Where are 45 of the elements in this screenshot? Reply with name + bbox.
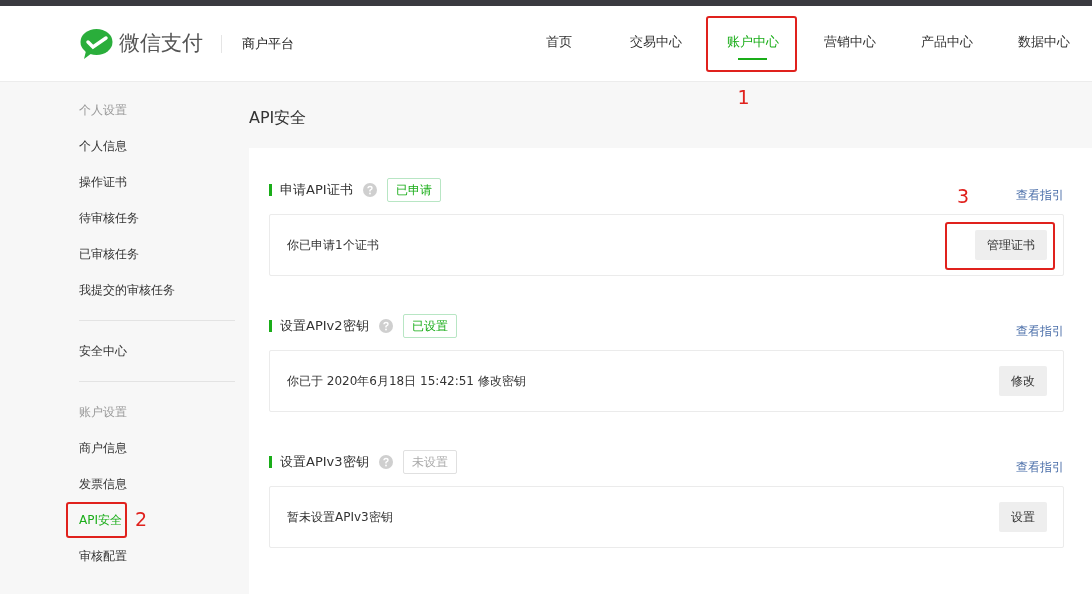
platform-title: 商户平台: [242, 34, 294, 53]
guide-link[interactable]: 查看指引: [1016, 186, 1064, 204]
page-title: API安全: [249, 107, 308, 129]
sidebar-item[interactable]: 待审核任务: [79, 211, 139, 225]
sidebar-item[interactable]: 审核配置: [79, 549, 127, 563]
section-title: 设置APIv2密钥: [280, 317, 369, 336]
section-title: 申请API证书: [280, 181, 353, 200]
logo-icon: [80, 28, 113, 59]
nav-tab[interactable]: 产品中心: [898, 5, 995, 82]
action-button[interactable]: 管理证书: [975, 230, 1047, 260]
sidebar-item[interactable]: 个人信息: [79, 139, 127, 153]
help-icon[interactable]: [362, 183, 377, 197]
sidebar-item[interactable]: 安全中心: [79, 344, 127, 358]
sidebar-item[interactable]: 商户信息: [79, 441, 127, 455]
description-text: 暂未设置APIv3密钥: [287, 509, 393, 526]
status-tag: 已设置: [402, 314, 457, 338]
annotation-number: 1: [737, 87, 750, 107]
help-icon[interactable]: [378, 319, 393, 333]
sidebar-item[interactable]: 已审核任务: [79, 247, 139, 261]
annotation-frame: [66, 502, 127, 538]
annotation-number: 2: [135, 510, 148, 529]
status-tag: 未设置: [402, 450, 457, 474]
description-text: 你已于 2020年6月18日 15:42:51 修改密钥: [287, 373, 526, 390]
section-marker: [269, 320, 272, 332]
section-title: 设置APIv3密钥: [280, 453, 369, 472]
logo-text: 微信支付: [119, 29, 203, 57]
sidebar-heading: 个人设置: [79, 102, 128, 119]
section-marker: [269, 456, 272, 468]
description-text: 你已申请1个证书: [287, 237, 379, 254]
annotation-number: 3: [957, 187, 970, 206]
guide-link[interactable]: 查看指引: [1016, 322, 1064, 340]
nav-tab[interactable]: 首页: [510, 5, 607, 82]
sidebar-item[interactable]: 我提交的审核任务: [79, 283, 175, 297]
sidebar-item[interactable]: 发票信息: [79, 477, 127, 491]
action-button[interactable]: 修改: [999, 366, 1047, 396]
nav-tab[interactable]: 营销中心: [801, 5, 898, 82]
nav-tab[interactable]: 数据中心: [995, 5, 1092, 82]
section-marker: [269, 184, 272, 196]
guide-link[interactable]: 查看指引: [1016, 458, 1064, 476]
status-tag: 已申请: [386, 178, 441, 202]
nav-tab[interactable]: 交易中心: [607, 5, 704, 82]
sidebar-heading: 账户设置: [79, 404, 128, 421]
action-button[interactable]: 设置: [999, 502, 1047, 532]
help-icon[interactable]: [378, 455, 393, 469]
sidebar-item[interactable]: 操作证书: [79, 175, 127, 189]
